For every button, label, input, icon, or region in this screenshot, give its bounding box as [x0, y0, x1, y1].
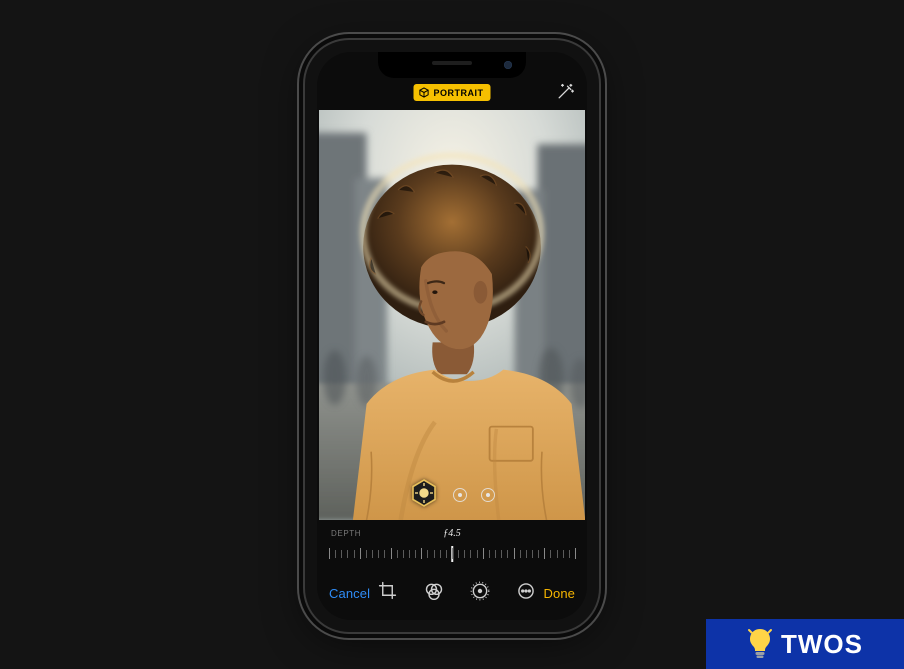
iphone-notch [378, 52, 526, 78]
photo-preview[interactable] [319, 110, 585, 520]
portrait-lighting-selected[interactable] [409, 480, 439, 510]
portrait-lighting-option-1[interactable] [453, 488, 467, 502]
photo-edit-screen: PORTRAIT [317, 52, 587, 620]
iphone-bezel: PORTRAIT [317, 52, 587, 620]
done-button[interactable]: Done [544, 586, 575, 601]
iphone-device-frame: PORTRAIT [305, 40, 599, 632]
filters-icon [424, 581, 444, 606]
portrait-lighting-picker[interactable] [319, 480, 585, 510]
portrait-photo-illustration [319, 110, 585, 520]
depth-label: DEPTH [331, 529, 361, 538]
watermark-text: TWOS [781, 629, 863, 660]
front-camera [504, 61, 512, 69]
portrait-lighting-option-2[interactable] [481, 488, 495, 502]
cancel-button[interactable]: Cancel [329, 586, 370, 601]
lighting-option-dot-icon [458, 493, 462, 497]
twos-watermark: TWOS [706, 619, 904, 669]
portrait-lighting-hexagon-icon [409, 478, 439, 513]
depth-control-row: DEPTH ƒ4.5 [317, 520, 587, 572]
crop-tool-button[interactable] [378, 583, 398, 603]
lighting-option-dot-icon [486, 493, 490, 497]
more-tools-button[interactable] [516, 583, 536, 603]
auto-enhance-button[interactable] [553, 82, 577, 106]
depth-label-row: DEPTH ƒ4.5 [329, 524, 575, 542]
cube-icon [419, 87, 430, 98]
filters-tool-button[interactable] [424, 583, 444, 603]
adjust-dial-icon [470, 581, 490, 606]
toolbar-tools [378, 583, 536, 603]
aperture-value: ƒ4.5 [443, 528, 461, 539]
magic-wand-icon [555, 82, 575, 107]
adjust-tool-button[interactable] [470, 583, 490, 603]
portrait-mode-label: PORTRAIT [434, 88, 484, 98]
depth-slider[interactable] [329, 546, 575, 564]
more-ellipsis-icon [516, 581, 536, 606]
portrait-mode-badge[interactable]: PORTRAIT [414, 84, 491, 101]
lightbulb-icon [747, 627, 773, 661]
crop-rotate-icon [378, 581, 397, 605]
edit-bottom-toolbar: Cancel [317, 572, 587, 620]
speaker-grille [432, 61, 472, 65]
